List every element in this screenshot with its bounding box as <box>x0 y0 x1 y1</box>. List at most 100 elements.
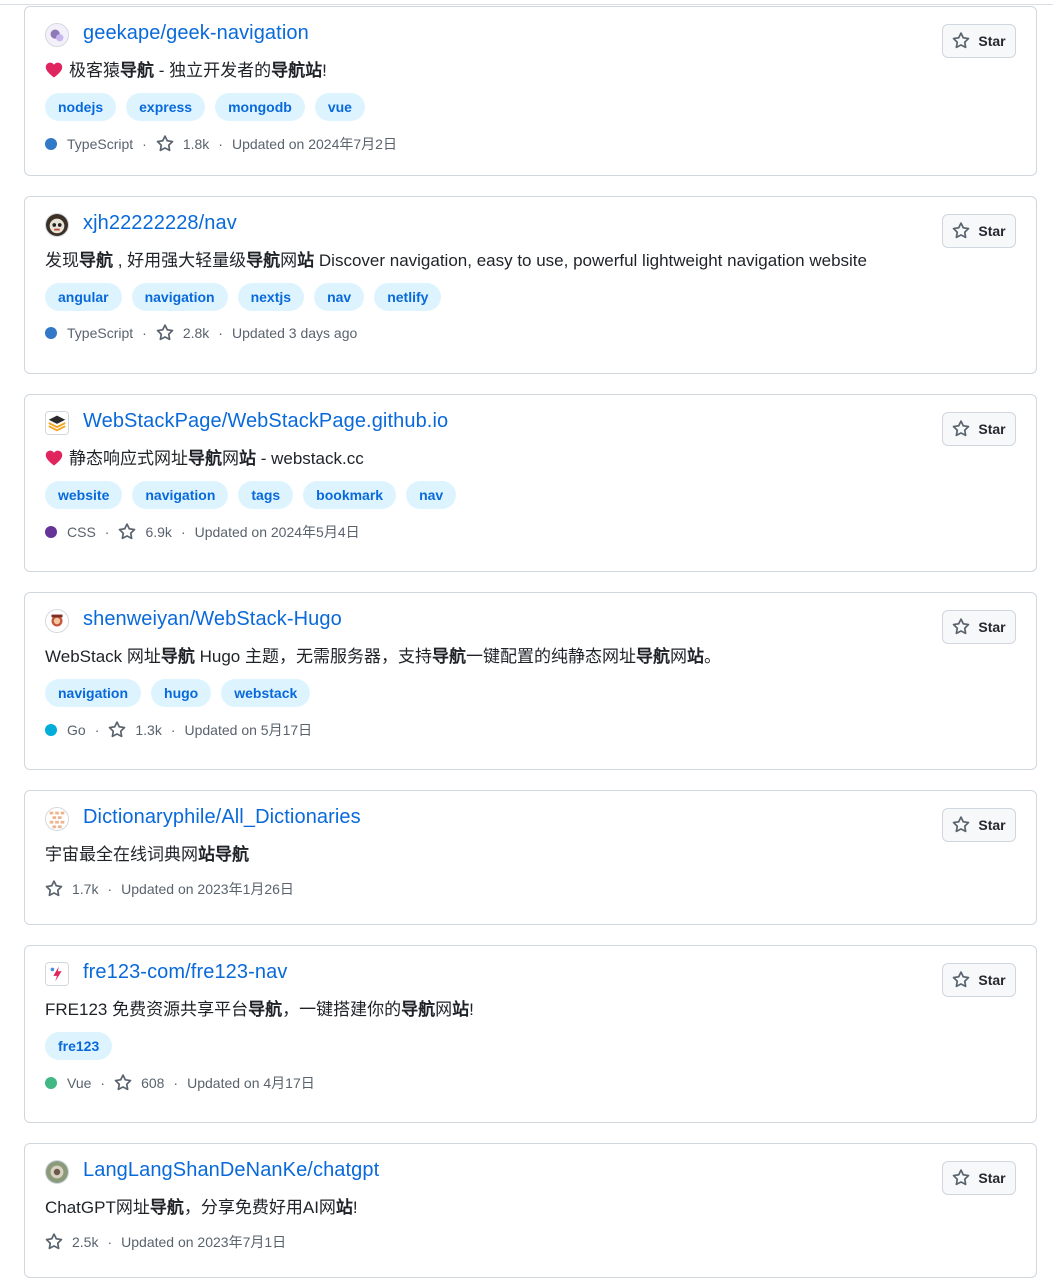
language-label: CSS <box>67 524 96 540</box>
highlighted-text: 导航 <box>188 449 222 468</box>
star-button[interactable]: Star <box>942 610 1016 644</box>
updated-text: Updated on 5月17日 <box>184 722 313 738</box>
topic-tag[interactable]: bookmark <box>303 481 397 509</box>
topic-list: nodejs express mongodb vue <box>45 93 375 121</box>
topic-tag[interactable]: mongodb <box>215 93 305 121</box>
language-color-dot <box>45 138 57 150</box>
topic-tag[interactable]: nextjs <box>237 283 305 311</box>
repo-meta: Vue · 608 · Updated on 4月17日 <box>45 1073 315 1093</box>
repo-card: geekape/geek-navigation 极客猿导航 - 独立开发者的导航站… <box>24 6 1037 176</box>
star-count: 6.9k <box>145 524 172 540</box>
meta-separator: · <box>104 524 110 540</box>
highlighted-text: 站 <box>686 647 704 666</box>
language-label: TypeScript <box>67 136 134 152</box>
stargazers-link[interactable]: 1.8k <box>156 135 209 153</box>
repo-card: shenweiyan/WebStack-Hugo WebStack 网址导航 Hu… <box>24 592 1037 770</box>
avatar-xjh[interactable] <box>45 213 69 237</box>
language-label: Vue <box>67 1075 92 1091</box>
repo-name-link[interactable]: WebStackPage/WebStackPage.github.io <box>83 410 448 433</box>
repo-card: Dictionaryphile/All_Dictionaries 宇宙最全在线词典… <box>24 790 1037 925</box>
repo-name-link[interactable]: Dictionaryphile/All_Dictionaries <box>83 806 361 829</box>
highlighted-text: 导航 <box>79 251 113 270</box>
star-button-label: Star <box>978 223 1006 239</box>
stargazers-link[interactable]: 2.8k <box>156 324 209 342</box>
topic-tag[interactable]: navigation <box>131 283 228 311</box>
highlighted-text: 导航 <box>149 1198 184 1217</box>
avatar-webstack[interactable] <box>45 411 69 435</box>
repo-name-link[interactable]: xjh22222228/nav <box>83 212 237 235</box>
updated-text: Updated 3 days ago <box>231 325 358 341</box>
topic-tag[interactable]: netlify <box>374 283 442 311</box>
star-icon <box>45 880 63 897</box>
topic-tag[interactable]: fre123 <box>45 1032 113 1060</box>
repo-meta: TypeScript · 2.8k · Updated 3 days ago <box>45 324 357 342</box>
repo-card: WebStackPage/WebStackPage.github.io 静态响应式… <box>24 394 1037 572</box>
description-text: 网 <box>222 449 239 468</box>
topic-tag[interactable]: vue <box>314 93 365 121</box>
repo-description: ChatGPT网址导航，分享免费好用AI网站! <box>45 1193 358 1218</box>
star-button-label: Star <box>978 972 1006 988</box>
star-button-label: Star <box>978 1170 1006 1186</box>
topic-tag[interactable]: website <box>45 481 123 509</box>
star-icon <box>156 324 174 341</box>
meta-separator: · <box>180 524 186 540</box>
stargazers-link[interactable]: 1.7k <box>45 880 98 898</box>
meta-separator: · <box>107 1234 113 1250</box>
topic-tag[interactable]: navigation <box>45 679 142 707</box>
topic-tag[interactable]: express <box>126 93 206 121</box>
star-icon <box>156 135 174 152</box>
star-button[interactable]: Star <box>942 1161 1016 1195</box>
topic-tag[interactable]: hugo <box>151 679 212 707</box>
stargazers-link[interactable]: 1.3k <box>108 721 162 739</box>
star-button[interactable]: Star <box>942 24 1016 58</box>
repo-name-link[interactable]: geekape/geek-navigation <box>83 22 309 45</box>
highlighted-text: 导航 <box>246 251 281 270</box>
meta-separator: · <box>100 1075 106 1091</box>
avatar-shenweiyan[interactable] <box>45 609 69 633</box>
star-button[interactable]: Star <box>942 214 1016 248</box>
star-icon <box>953 971 970 988</box>
star-count: 1.3k <box>135 722 162 738</box>
avatar-dictionaryphile[interactable] <box>45 807 69 831</box>
star-count: 2.5k <box>72 1234 99 1250</box>
repo-name-link[interactable]: LangLangShanDeNanKe/chatgpt <box>83 1159 379 1182</box>
meta-separator: · <box>218 136 223 152</box>
repo-name-link[interactable]: shenweiyan/WebStack-Hugo <box>83 608 342 631</box>
description-text: 网 <box>280 251 298 270</box>
updated-text: Updated on 2023年1月26日 <box>121 881 294 897</box>
updated-text: Updated on 2024年5月4日 <box>194 524 360 540</box>
topic-tag[interactable]: tags <box>238 481 294 509</box>
highlighted-text: 导航 <box>401 1000 436 1019</box>
topic-tag[interactable]: nav <box>406 481 457 509</box>
avatar-langlang[interactable] <box>45 1160 69 1184</box>
star-button[interactable]: Star <box>942 808 1016 842</box>
topic-tag[interactable]: webstack <box>221 679 311 707</box>
star-button-label: Star <box>978 817 1006 833</box>
topic-list: navigation hugo webstack <box>45 679 320 707</box>
repo-meta: 1.7k · Updated on 2023年1月26日 <box>45 879 294 899</box>
topic-tag[interactable]: nodejs <box>45 93 117 121</box>
stargazers-link[interactable]: 608 <box>114 1074 164 1092</box>
star-icon <box>953 32 970 49</box>
star-button[interactable]: Star <box>942 412 1016 446</box>
meta-separator: · <box>107 881 113 897</box>
star-count: 1.7k <box>72 881 99 897</box>
description-text: 网 <box>435 1000 453 1019</box>
highlighted-text: 导航 <box>248 1000 283 1019</box>
topic-tag[interactable]: angular <box>45 283 122 311</box>
meta-separator: · <box>173 1075 179 1091</box>
repo-card: xjh22222228/nav 发现导航 , 好用强大轻量级导航网站 Discov… <box>24 196 1037 374</box>
meta-separator: · <box>142 325 147 341</box>
repo-name-link[interactable]: fre123-com/fre123-nav <box>83 961 287 984</box>
star-button[interactable]: Star <box>942 963 1016 997</box>
stargazers-link[interactable]: 6.9k <box>118 523 172 541</box>
stargazers-link[interactable]: 2.5k <box>45 1233 98 1251</box>
description-text: 静态响应式网址 <box>69 449 188 468</box>
topic-tag[interactable]: nav <box>314 283 365 311</box>
avatar-fre123[interactable] <box>45 962 69 986</box>
avatar-geekape[interactable] <box>45 23 69 47</box>
star-button-label: Star <box>978 421 1006 437</box>
updated-text: Updated on 2023年7月1日 <box>121 1234 287 1250</box>
topic-tag[interactable]: navigation <box>132 481 229 509</box>
repo-description: FRE123 免费资源共享平台导航，一键搭建你的导航网站! <box>45 995 474 1020</box>
